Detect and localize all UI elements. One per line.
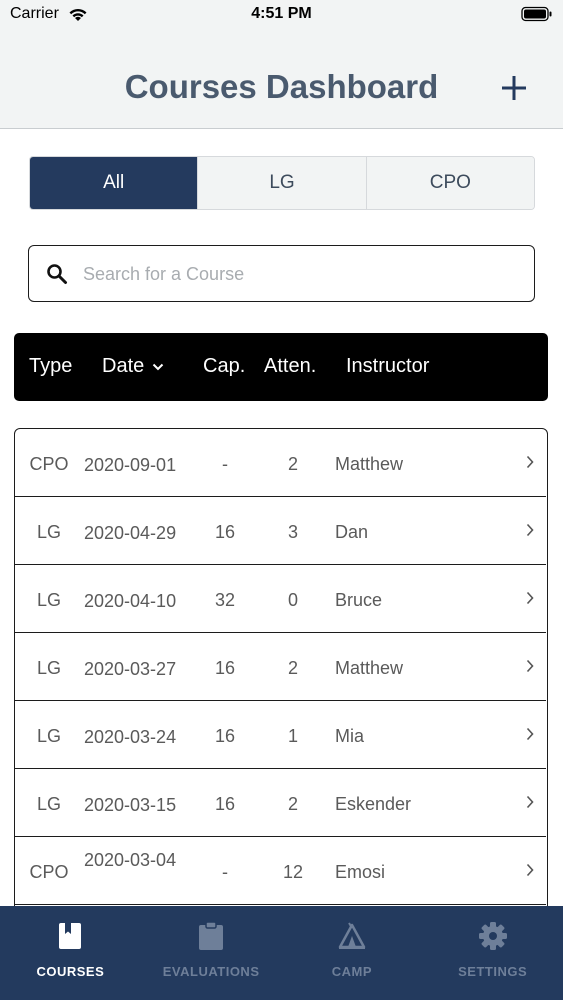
battery-icon: [521, 6, 553, 27]
row-date: 2020-03-15: [84, 795, 177, 815]
chevron-right-icon: [526, 861, 534, 882]
course-list: CPO 2020-09-01 - 2 Matthew LG 2020-04-29…: [14, 428, 548, 918]
tab-camp[interactable]: CAMP: [282, 906, 423, 1000]
chevron-right-icon: [526, 793, 534, 814]
row-date: 2020-03-24: [84, 727, 177, 747]
table-row[interactable]: LG 2020-03-27 16 2 Matthew: [15, 633, 546, 701]
nav-header: Courses Dashboard: [0, 30, 563, 129]
row-atten: 2: [287, 454, 298, 474]
column-header-atten[interactable]: Atten.: [264, 355, 316, 378]
tab-label-courses: COURSES: [36, 964, 105, 979]
row-type: LG: [36, 794, 61, 814]
tab-label-settings: SETTINGS: [458, 964, 528, 979]
row-atten: 2: [287, 658, 298, 678]
tab-label-camp: CAMP: [331, 964, 373, 979]
row-instructor: Bruce: [335, 590, 383, 610]
column-header-date[interactable]: Date: [102, 355, 164, 378]
column-header-date-label: Date: [102, 355, 145, 377]
row-atten: 1: [287, 726, 298, 746]
row-atten: 3: [287, 522, 298, 542]
chevron-right-icon: [526, 657, 534, 678]
page-title: Courses Dashboard: [124, 68, 439, 105]
table-row[interactable]: LG 2020-03-24 16 1 Mia: [15, 701, 546, 769]
tab-label-evaluations: EVALUATIONS: [162, 964, 260, 979]
row-cap: 16: [214, 726, 236, 746]
row-type: LG: [36, 726, 61, 746]
row-date: 2020-04-29: [84, 523, 177, 543]
row-cap: -: [222, 862, 228, 882]
row-cap: -: [222, 454, 228, 474]
row-cap: 32: [214, 590, 236, 610]
search-icon: [46, 263, 68, 290]
segment-all[interactable]: All: [30, 157, 199, 209]
row-type: LG: [36, 522, 61, 542]
column-header-type[interactable]: Type: [29, 355, 72, 378]
table-header: Type Date Cap. Atten. Instructor: [14, 333, 548, 401]
row-instructor: Matthew: [335, 454, 404, 474]
row-instructor: Dan: [335, 522, 369, 542]
chevron-right-icon: [526, 521, 534, 542]
row-cap: 16: [214, 658, 236, 678]
table-row[interactable]: LG 2020-03-15 16 2 Eskender: [15, 769, 546, 837]
segment-lg[interactable]: LG: [198, 157, 367, 209]
chevron-right-icon: [526, 589, 534, 610]
row-date: 2020-09-01: [84, 455, 177, 475]
tab-bar: COURSES EVALUATIONS CAMP SETTINGS: [0, 906, 563, 1000]
search-bar: [28, 245, 535, 302]
plus-icon: [502, 76, 526, 100]
tent-icon: [337, 920, 367, 952]
row-type: CPO: [29, 454, 69, 474]
row-atten: 2: [287, 794, 298, 814]
row-instructor: Matthew: [335, 658, 404, 678]
row-atten: 0: [287, 590, 298, 610]
add-course-button[interactable]: [496, 70, 532, 106]
row-instructor: Eskender: [335, 794, 412, 814]
row-atten: 12: [282, 862, 304, 882]
status-bar: Carrier 4:51 PM: [0, 0, 563, 30]
search-input[interactable]: [83, 254, 523, 294]
book-icon: [58, 920, 82, 952]
gear-icon: [478, 920, 508, 952]
segment-cpo[interactable]: CPO: [366, 157, 534, 209]
row-cap: 16: [214, 794, 236, 814]
row-instructor: Mia: [335, 726, 365, 746]
row-date: 2020-03-04: [84, 850, 177, 870]
row-type: CPO: [29, 862, 69, 882]
row-instructor: Emosi: [335, 862, 386, 882]
column-header-instructor[interactable]: Instructor: [346, 355, 429, 378]
table-row[interactable]: LG 2020-04-10 32 0 Bruce: [15, 565, 546, 633]
table-row[interactable]: CPO 2020-09-01 - 2 Matthew: [15, 429, 546, 497]
column-header-cap[interactable]: Cap.: [203, 355, 245, 378]
row-date: 2020-03-27: [84, 659, 177, 679]
table-row[interactable]: CPO 2020-03-04 - 12 Emosi: [15, 837, 546, 905]
row-cap: 16: [214, 522, 236, 542]
tab-courses[interactable]: COURSES: [0, 906, 141, 1000]
clipboard-icon: [198, 920, 224, 952]
status-time: 4:51 PM: [251, 5, 312, 22]
tab-evaluations[interactable]: EVALUATIONS: [141, 906, 282, 1000]
row-date: 2020-04-10: [84, 591, 177, 611]
chevron-right-icon: [526, 725, 534, 746]
chevron-down-icon: [153, 363, 164, 370]
table-row[interactable]: LG 2020-04-29 16 3 Dan: [15, 497, 546, 565]
row-type: LG: [36, 590, 61, 610]
tab-settings[interactable]: SETTINGS: [422, 906, 563, 1000]
type-filter: All LG CPO: [29, 156, 535, 210]
row-type: LG: [36, 658, 61, 678]
chevron-right-icon: [526, 453, 534, 474]
